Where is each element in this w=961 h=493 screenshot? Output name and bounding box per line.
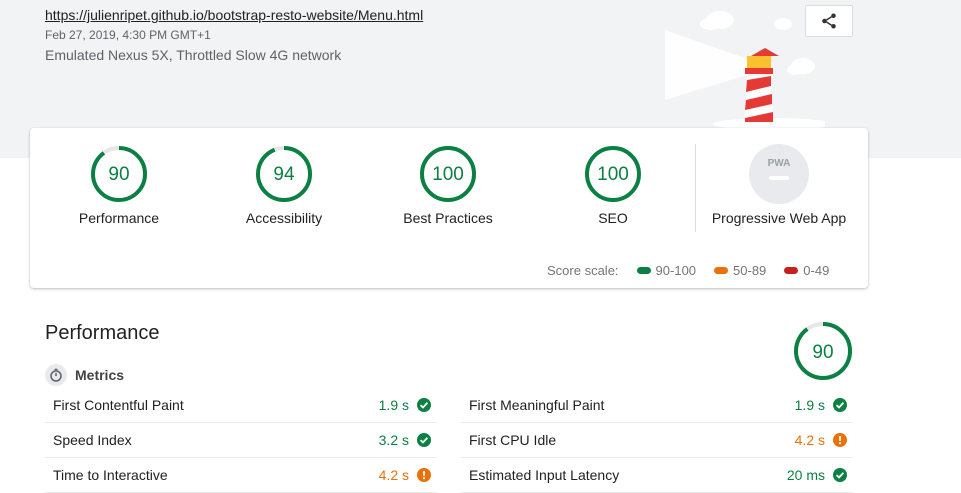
performance-score-gauge: 90: [794, 322, 852, 380]
scale-pass: 90-100: [636, 263, 697, 278]
scale-average: 50-89: [714, 263, 766, 278]
metric-name: Estimated Input Latency: [469, 466, 620, 483]
card-divider: [695, 144, 696, 232]
pass-check-icon: [833, 467, 847, 482]
fetch-time: Feb 27, 2019, 4:30 PM GMT+1: [45, 28, 211, 42]
pass-check-icon: [417, 397, 431, 412]
metric-value: 4.2 s: [794, 431, 825, 448]
metric-name: Time to Interactive: [53, 466, 168, 483]
scale-pass-label: 90-100: [655, 263, 697, 278]
gauge-label: Best Practices: [403, 210, 493, 226]
gauge-label: Progressive Web App: [711, 210, 847, 226]
environment-info: Emulated Nexus 5X, Throttled Slow 4G net…: [45, 47, 342, 63]
pass-check-icon: [833, 397, 847, 412]
gauge-label: Accessibility: [245, 210, 323, 226]
metric-row: First Contentful Paint 1.9 s: [45, 387, 437, 423]
performance-section-title: Performance: [45, 322, 160, 344]
metrics-title: Metrics: [75, 367, 125, 383]
scale-pass-dot: [636, 267, 651, 274]
metric-name: Speed Index: [53, 431, 132, 448]
metric-name: First CPU Idle: [469, 431, 557, 448]
report-url-link[interactable]: https://julienripet.github.io/bootstrap-…: [45, 7, 423, 23]
metrics-header: Metrics: [45, 364, 124, 386]
gauge-score: 90: [108, 164, 129, 185]
category-scores-card: 90 Performance 94 Accessibility 100 Best…: [30, 128, 868, 288]
pwa-badge-icon: PWA: [749, 144, 809, 204]
metric-row: First Meaningful Paint 1.9 s: [461, 387, 853, 423]
gauge-performance[interactable]: 90 Performance: [49, 144, 189, 226]
scale-fail-dot: [784, 267, 799, 274]
gauge-seo[interactable]: 100 SEO: [543, 144, 683, 226]
metric-value: 1.9 s: [794, 396, 825, 413]
gauge-label: SEO: [598, 210, 628, 226]
metric-row: Estimated Input Latency 20 ms: [461, 457, 853, 493]
gauge-pwa[interactable]: PWA Progressive Web App: [709, 144, 849, 226]
gauge-score: 100: [432, 164, 464, 185]
metric-row: Time to Interactive 4.2 s: [45, 457, 437, 493]
metric-value: 1.9 s: [378, 396, 409, 413]
gauge-score: 94: [273, 164, 295, 185]
metric-value: 20 ms: [786, 466, 825, 483]
pass-check-icon: [417, 432, 431, 447]
metric-row: First CPU Idle 4.2 s: [461, 422, 853, 458]
average-info-icon: [833, 432, 847, 447]
gauge-label: Performance: [78, 210, 160, 226]
lighthouse-illustration: [665, 11, 825, 130]
scale-average-dot: [714, 267, 729, 274]
stopwatch-icon: [45, 364, 67, 386]
scale-fail: 0-49: [784, 263, 829, 278]
average-info-icon: [417, 467, 431, 482]
scale-fail-label: 0-49: [803, 263, 830, 278]
score-scale-label: Score scale:: [547, 263, 619, 278]
gauge-best-practices[interactable]: 100 Best Practices: [378, 144, 518, 226]
gauge-accessibility[interactable]: 94 Accessibility: [214, 144, 354, 226]
metric-row: Speed Index 3.2 s: [45, 422, 437, 458]
metric-name: First Meaningful Paint: [469, 396, 605, 413]
performance-score: 90: [812, 342, 833, 363]
scale-average-label: 50-89: [733, 263, 767, 278]
metric-value: 4.2 s: [378, 466, 409, 483]
metric-value: 3.2 s: [378, 431, 409, 448]
gauge-score: 100: [597, 164, 629, 185]
pwa-badge-text: PWA: [768, 158, 791, 169]
score-scale: Score scale: 90-100 50-89 0-49: [547, 263, 829, 278]
metric-name: First Contentful Paint: [53, 396, 184, 413]
